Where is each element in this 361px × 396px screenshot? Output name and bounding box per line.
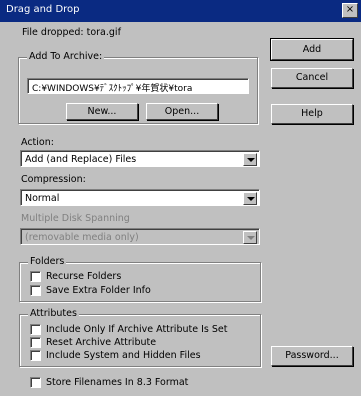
- system-hidden-label: Include System and Hidden Files: [46, 350, 201, 361]
- window-title: Drag and Drop: [6, 4, 80, 15]
- add-button-label: Add: [302, 44, 322, 55]
- add-to-archive-legend: Add To Archive:: [27, 51, 105, 62]
- cancel-button[interactable]: Cancel: [271, 68, 353, 88]
- title-bar[interactable]: Drag and Drop ×: [0, 0, 361, 22]
- password-button-label: Password...: [285, 350, 339, 361]
- only-archive-attr-checkbox[interactable]: [30, 324, 41, 335]
- chevron-down-icon[interactable]: [243, 153, 257, 166]
- open-button[interactable]: Open...: [146, 103, 218, 120]
- folders-group: Folders: [19, 256, 261, 302]
- file-dropped-label: File dropped: tora.gif: [22, 27, 121, 38]
- action-selected-value: Add (and Replace) Files: [25, 154, 137, 165]
- attributes-legend: Attributes: [28, 308, 79, 319]
- save-extra-folder-label: Save Extra Folder Info: [46, 285, 151, 296]
- compression-label: Compression:: [21, 174, 86, 185]
- open-button-label: Open...: [164, 106, 200, 117]
- store-83-label: Store Filenames In 8.3 Format: [46, 377, 189, 388]
- password-button[interactable]: Password...: [271, 346, 353, 366]
- archive-path-input[interactable]: C:¥WINDOWS¥ﾃﾞｽｸﾄｯﾌﾟ¥年賀状¥tora: [27, 78, 249, 94]
- spanning-select: (removable media only): [20, 228, 260, 245]
- close-icon: ×: [345, 4, 355, 15]
- action-select[interactable]: Add (and Replace) Files: [20, 150, 260, 167]
- close-button[interactable]: ×: [342, 3, 358, 18]
- help-button[interactable]: Help: [271, 104, 353, 124]
- spanning-selected-value: (removable media only): [25, 232, 139, 243]
- compression-selected-value: Normal: [25, 193, 60, 204]
- new-button-label: New...: [87, 106, 117, 117]
- cancel-button-label: Cancel: [295, 72, 329, 83]
- folders-legend: Folders: [28, 256, 67, 267]
- spanning-label: Multiple Disk Spanning: [21, 213, 130, 224]
- only-archive-attr-label: Include Only If Archive Attribute Is Set: [46, 324, 228, 335]
- save-extra-folder-checkbox[interactable]: [30, 285, 41, 296]
- recurse-folders-label: Recurse Folders: [46, 271, 122, 282]
- compression-select[interactable]: Normal: [20, 189, 260, 206]
- new-button[interactable]: New...: [66, 103, 138, 120]
- reset-archive-attr-label: Reset Archive Attribute: [46, 337, 157, 348]
- add-button[interactable]: Add: [270, 38, 354, 61]
- chevron-down-icon: [243, 231, 257, 244]
- help-button-label: Help: [301, 108, 323, 119]
- store-83-checkbox[interactable]: [30, 377, 41, 388]
- chevron-down-icon[interactable]: [243, 192, 257, 205]
- system-hidden-checkbox[interactable]: [30, 350, 41, 361]
- recurse-folders-checkbox[interactable]: [30, 271, 41, 282]
- reset-archive-attr-checkbox[interactable]: [30, 337, 41, 348]
- action-label: Action:: [21, 137, 54, 148]
